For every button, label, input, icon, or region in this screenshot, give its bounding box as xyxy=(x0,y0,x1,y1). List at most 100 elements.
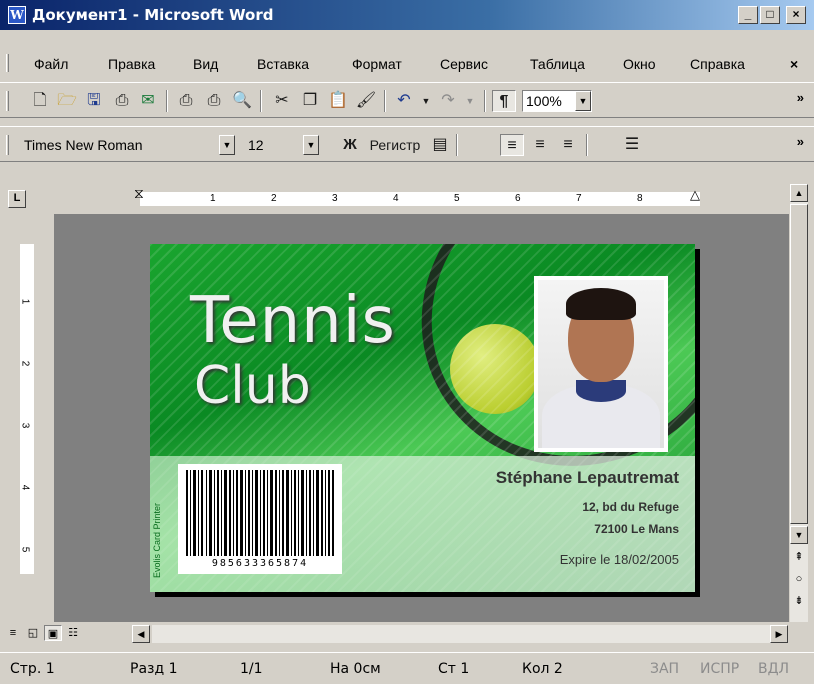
zoom-value: 100% xyxy=(526,93,562,109)
card-title-club: Club xyxy=(194,356,311,416)
zoom-select[interactable]: 100% ▼ xyxy=(522,90,592,112)
close-document-icon[interactable]: × xyxy=(790,56,798,72)
status-track-changes[interactable]: ИСПР xyxy=(700,661,739,677)
outline-view-icon[interactable]: ☷ xyxy=(64,625,82,641)
barcode-bars xyxy=(186,470,334,556)
menu-table[interactable]: Таблица xyxy=(530,56,585,72)
normal-view-icon[interactable]: ≡ xyxy=(4,625,22,641)
scroll-left-icon[interactable]: ◀ xyxy=(132,625,150,643)
status-position: На 0см xyxy=(330,661,381,677)
print-layout-icon[interactable]: ▣ xyxy=(44,625,62,641)
menu-bar: Файл Правка Вид Вставка Формат Сервис Та… xyxy=(0,50,814,76)
barcode-number: 985633365874 xyxy=(211,558,309,569)
scroll-up-icon[interactable]: ▲ xyxy=(790,184,808,202)
formatting-toolbar: Times New Roman ▼ 12 ▼ Ж Регистр ▤ ≡ ≡ ≡… xyxy=(0,126,814,162)
toolbar-options-icon[interactable]: » xyxy=(797,134,804,149)
menu-view[interactable]: Вид xyxy=(193,56,218,72)
horizontal-scroll-track[interactable] xyxy=(152,625,772,643)
minimize-button[interactable]: _ xyxy=(738,6,758,24)
toolbar-grip[interactable] xyxy=(6,135,9,155)
cut-icon[interactable]: ✂ xyxy=(270,90,294,112)
change-case-button[interactable]: Регистр xyxy=(364,134,426,156)
menu-grip[interactable] xyxy=(6,54,9,72)
print-icon[interactable]: ⎙ xyxy=(174,90,198,112)
chevron-down-icon[interactable]: ▼ xyxy=(303,135,319,155)
ruler-number: 8 xyxy=(637,193,643,204)
select-browse-object-icon[interactable]: ○ xyxy=(790,570,808,588)
status-record-macro[interactable]: ЗАП xyxy=(650,661,679,677)
font-name-select[interactable]: Times New Roman ▼ xyxy=(20,134,236,156)
copy-icon[interactable]: ❐ xyxy=(298,90,322,112)
vertical-ruler[interactable]: 1 2 3 4 5 xyxy=(19,244,34,574)
tennis-club-card[interactable]: Tennis Club Evolis Card Printer 98563336… xyxy=(150,244,695,592)
font-size-select[interactable]: 12 ▼ xyxy=(244,134,320,156)
maximize-button[interactable]: □ xyxy=(760,6,780,24)
card-title-tennis: Tennis xyxy=(190,284,396,358)
ruler-strip[interactable]: 1 2 3 4 5 6 7 8 ⧖ △ xyxy=(134,186,700,206)
status-extend-selection[interactable]: ВДЛ xyxy=(758,661,789,677)
save-icon[interactable]: 🖫 xyxy=(82,90,106,112)
open-folder-icon[interactable]: 🗁 xyxy=(55,90,79,112)
ruler-number: 3 xyxy=(19,422,31,429)
status-bar: Стр. 1 Разд 1 1/1 На 0см Ст 1 Кол 2 ЗАП … xyxy=(0,652,814,684)
photo-collar xyxy=(576,380,626,402)
web-layout-icon[interactable]: ◱ xyxy=(24,625,42,641)
show-formatting-marks-icon[interactable]: ¶ xyxy=(492,90,516,112)
format-painter-icon[interactable]: 🖌 xyxy=(354,90,378,112)
card-expiry: Expire le 18/02/2005 xyxy=(559,552,679,567)
ruler-number: 2 xyxy=(271,193,277,204)
vertical-scrollbar[interactable]: ▲ ▼ ⇞ ○ ⇟ xyxy=(790,184,808,622)
ruler-number: 4 xyxy=(393,193,399,204)
scroll-down-icon[interactable]: ▼ xyxy=(790,526,808,544)
ruler-number: 5 xyxy=(19,546,31,553)
right-indent-marker[interactable]: △ xyxy=(690,188,700,202)
ruler-number: 1 xyxy=(19,298,31,305)
status-line: Ст 1 xyxy=(438,661,470,677)
permission-icon[interactable]: ⎙ xyxy=(110,90,134,112)
bold-button[interactable]: Ж xyxy=(338,134,362,156)
menu-edit[interactable]: Правка xyxy=(108,56,155,72)
word-app-icon[interactable]: W xyxy=(8,6,26,24)
left-indent-marker[interactable]: ⧖ xyxy=(134,186,144,200)
justify-icon[interactable]: ≡ xyxy=(556,134,580,156)
scroll-thumb[interactable] xyxy=(790,204,808,524)
menu-window[interactable]: Окно xyxy=(623,56,656,72)
standard-toolbar: 🗋 🗁 🖫 ⎙ ✉ ⎙ ⎙ 🔍 ✂ ❐ 📋 🖌 ↶ ▼ ↷ ▼ ¶ 100% ▼… xyxy=(0,82,814,118)
ruler-number: 3 xyxy=(332,193,338,204)
horizontal-ruler[interactable]: L 1 2 3 4 5 6 7 8 ⧖ △ xyxy=(0,184,790,214)
toolbar-grip[interactable] xyxy=(6,91,9,111)
chevron-down-icon[interactable]: ▼ xyxy=(575,91,591,111)
new-document-icon[interactable]: 🗋 xyxy=(28,90,52,112)
spelling-icon[interactable]: 🔍 xyxy=(230,90,254,112)
photo-hair xyxy=(566,288,636,320)
menu-format[interactable]: Формат xyxy=(352,56,402,72)
redo-icon[interactable]: ↷ xyxy=(436,90,460,112)
menu-insert[interactable]: Вставка xyxy=(257,56,309,72)
paste-icon[interactable]: 📋 xyxy=(326,90,350,112)
toolbar-separator xyxy=(384,90,386,112)
vertical-text-icon[interactable]: ▤ xyxy=(428,134,452,156)
tab-selector[interactable]: L xyxy=(8,190,26,208)
redo-dropdown-icon[interactable]: ▼ xyxy=(458,90,482,112)
status-page: Стр. 1 xyxy=(10,661,55,677)
next-page-icon[interactable]: ⇟ xyxy=(790,592,808,610)
ruler-number: 1 xyxy=(210,193,216,204)
email-icon[interactable]: ✉ xyxy=(136,90,160,112)
status-pages: 1/1 xyxy=(240,661,263,677)
align-center-icon[interactable]: ≡ xyxy=(528,134,552,156)
close-button[interactable]: × xyxy=(786,6,806,24)
previous-page-icon[interactable]: ⇞ xyxy=(790,548,808,566)
ruler-number: 5 xyxy=(454,193,460,204)
menu-file[interactable]: Файл xyxy=(34,56,68,72)
undo-dropdown-icon[interactable]: ▼ xyxy=(414,90,438,112)
menu-tools[interactable]: Сервис xyxy=(440,56,488,72)
undo-icon[interactable]: ↶ xyxy=(392,90,416,112)
menu-help[interactable]: Справка xyxy=(690,56,745,72)
chevron-down-icon[interactable]: ▼ xyxy=(219,135,235,155)
numbering-icon[interactable]: ☰ xyxy=(620,134,644,156)
scroll-right-icon[interactable]: ▶ xyxy=(770,625,788,643)
ruler-number: 2 xyxy=(19,360,31,367)
toolbar-options-icon[interactable]: » xyxy=(797,90,804,105)
print-preview-icon[interactable]: ⎙ xyxy=(202,90,226,112)
align-left-icon[interactable]: ≡ xyxy=(500,134,524,156)
